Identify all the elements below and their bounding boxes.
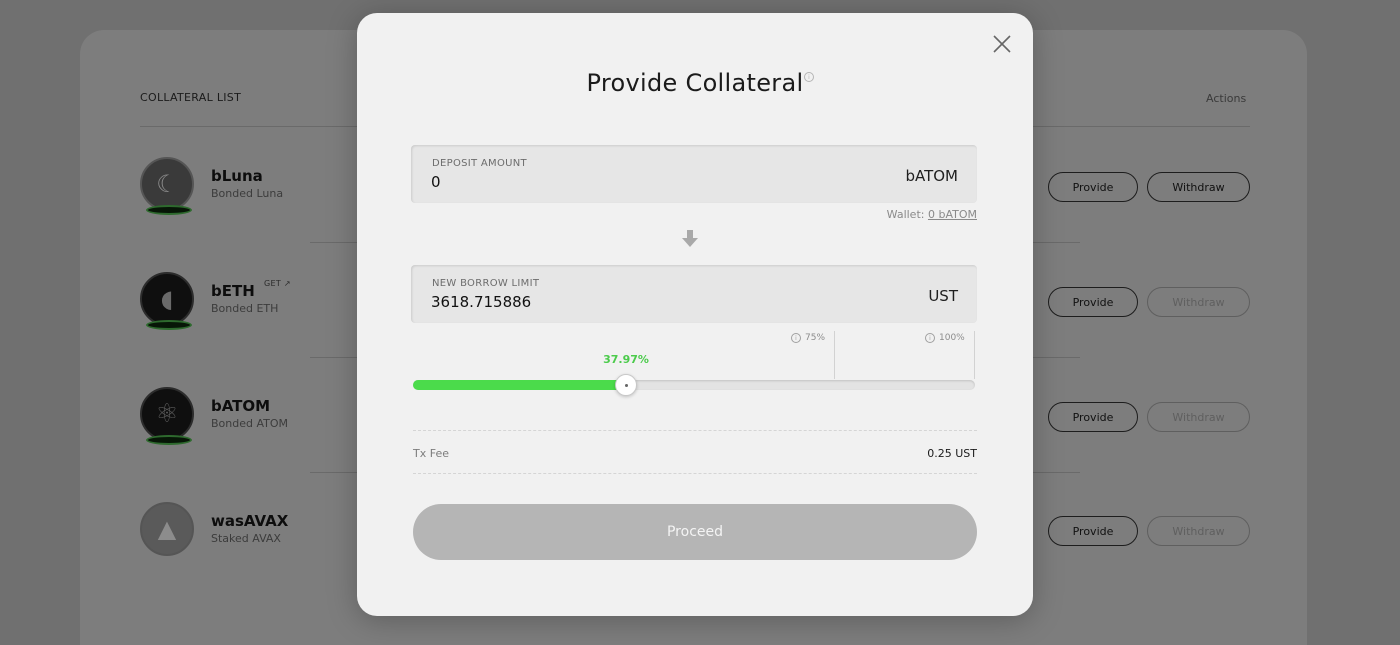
withdraw-button[interactable]: Withdraw (1147, 287, 1250, 317)
collateral-description: Bonded Luna (211, 187, 284, 200)
wasavax-logo-icon: ▲ (140, 502, 194, 556)
bluna-logo-icon: ☾ (140, 157, 194, 215)
ltv-percentage: 37.97% (603, 353, 649, 366)
new-borrow-limit-label: NEW BORROW LIMIT (432, 278, 540, 289)
withdraw-button[interactable]: Withdraw (1147, 516, 1250, 546)
ltv-slider-handle[interactable] (615, 374, 637, 396)
deposit-unit: bATOM (905, 167, 958, 185)
withdraw-button[interactable]: Withdraw (1147, 402, 1250, 432)
deposit-amount-label: DEPOSIT AMOUNT (432, 158, 527, 169)
borrow-limit-unit: UST (928, 287, 958, 305)
limit-mark-75: i 75% (791, 333, 825, 343)
ltv-slider[interactable] (413, 374, 975, 396)
provide-button[interactable]: Provide (1048, 516, 1138, 546)
tx-fee-value: 0.25 UST (927, 447, 977, 460)
info-icon[interactable]: i (925, 333, 935, 343)
wallet-balance-link[interactable]: 0 bATOM (928, 208, 977, 221)
batom-logo-icon: ⚛ (140, 387, 194, 445)
ltv-slider-fill (413, 380, 626, 390)
limit-100-divider (413, 331, 975, 379)
collateral-description: Bonded ETH (211, 302, 279, 315)
info-icon[interactable]: i (804, 72, 814, 82)
wallet-balance: Wallet: 0 bATOM (886, 208, 977, 221)
beth-logo-icon: ◖ (140, 272, 194, 330)
collateral-symbol: wasAVAX (211, 512, 289, 530)
provide-collateral-dialog: Provide Collateral i DEPOSIT AMOUNT bATO… (357, 13, 1033, 616)
external-link-icon: ↗ (283, 279, 291, 288)
tx-fee-label: Tx Fee (413, 447, 449, 460)
divider (413, 473, 977, 474)
proceed-button[interactable]: Proceed (413, 504, 977, 560)
provide-button[interactable]: Provide (1048, 402, 1138, 432)
deposit-amount-input[interactable] (431, 173, 831, 191)
arrow-down-icon (682, 230, 698, 247)
collateral-symbol: bATOM (211, 397, 271, 415)
collateral-symbol: bETH (211, 282, 255, 300)
provide-button[interactable]: Provide (1048, 172, 1138, 202)
provide-button[interactable]: Provide (1048, 287, 1138, 317)
dialog-title: Provide Collateral (586, 69, 804, 97)
collateral-symbol: bLuna (211, 167, 263, 185)
deposit-amount-field: DEPOSIT AMOUNT bATOM (411, 145, 977, 203)
new-borrow-limit-value: 3618.715886 (431, 293, 532, 311)
actions-column-header: Actions (1206, 92, 1247, 105)
info-icon[interactable]: i (791, 333, 801, 343)
new-borrow-limit-field: NEW BORROW LIMIT 3618.715886 UST (411, 265, 977, 323)
collateral-description: Bonded ATOM (211, 417, 289, 430)
collateral-list-title: COLLATERAL LIST (140, 91, 242, 104)
divider (413, 430, 977, 431)
get-link[interactable]: GET ↗ (264, 279, 291, 288)
limit-mark-100: i 100% (925, 333, 965, 343)
withdraw-button[interactable]: Withdraw (1147, 172, 1250, 202)
collateral-description: Staked AVAX (211, 532, 281, 545)
close-icon[interactable] (991, 33, 1013, 55)
